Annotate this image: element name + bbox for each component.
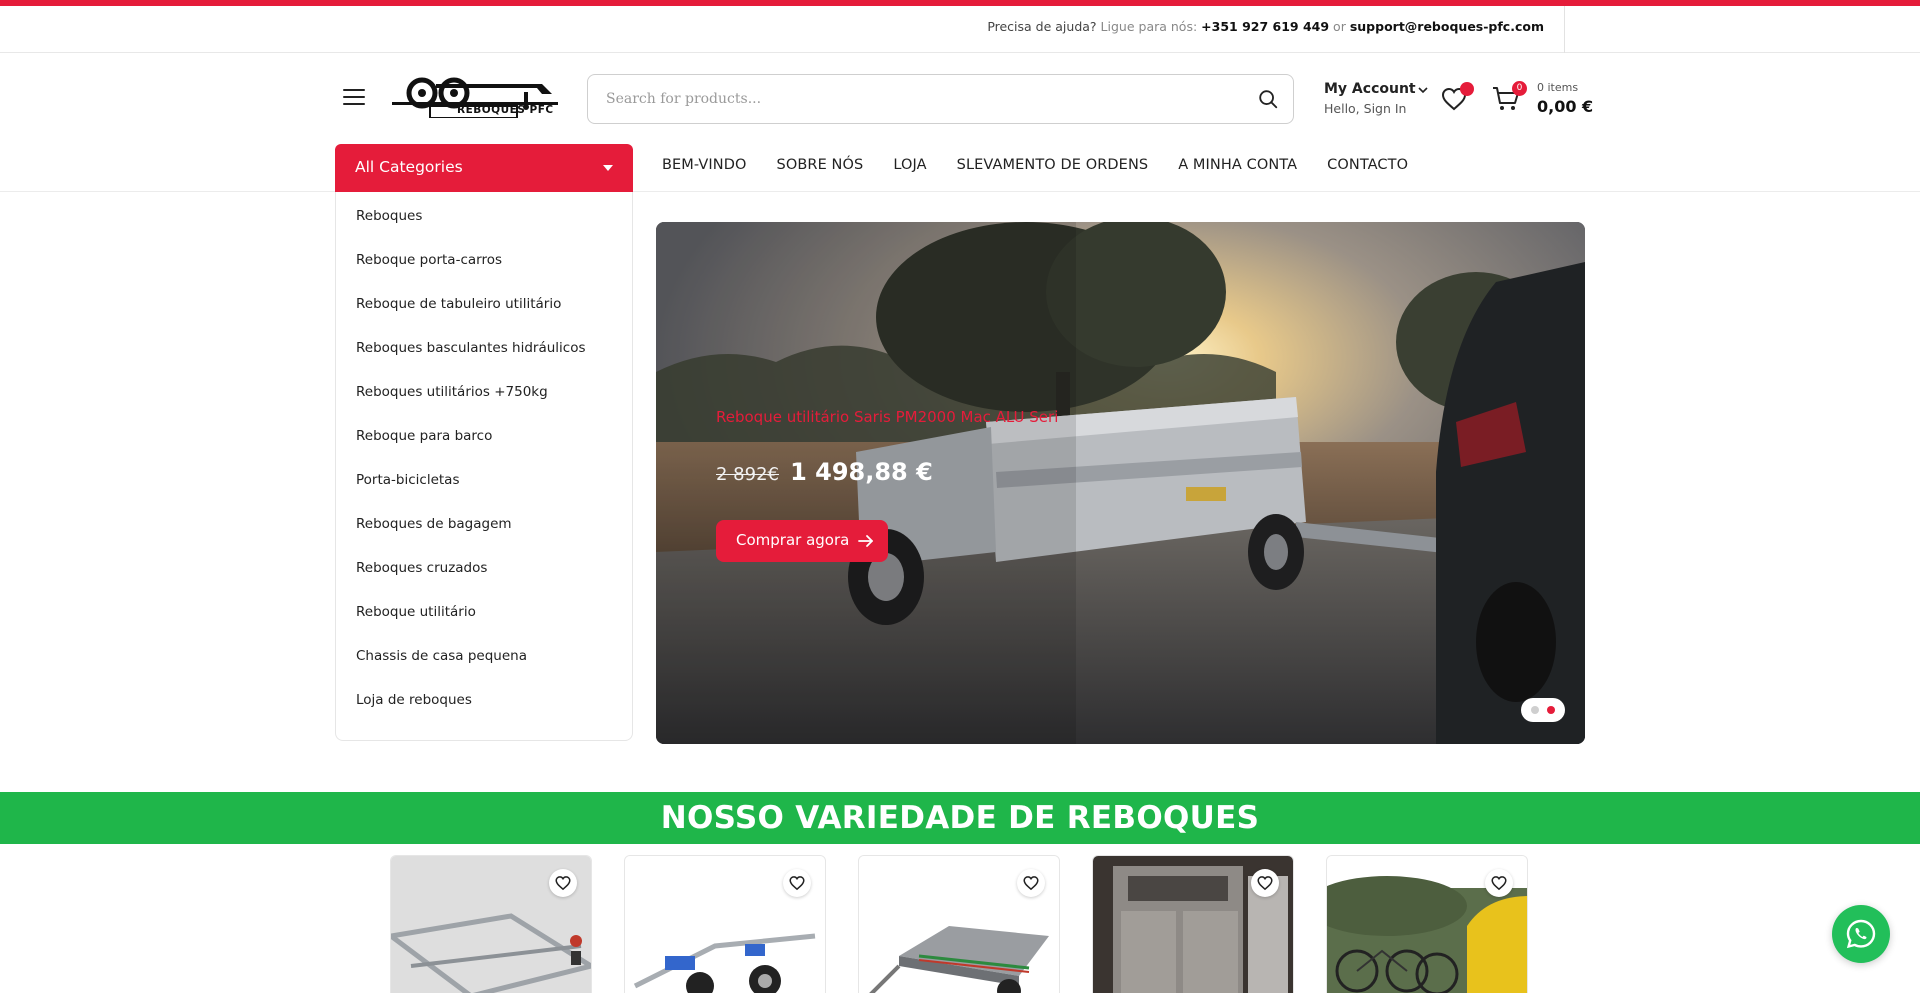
hero-slider[interactable]: Reboque utilitário Saris PM2000 Mac ALU … xyxy=(656,222,1585,744)
wishlist-button[interactable] xyxy=(783,869,811,897)
categories-panel: Reboques Reboque porta-carros Reboque de… xyxy=(335,192,633,741)
product-card[interactable] xyxy=(1092,855,1294,993)
category-item[interactable]: Reboques utilitários +750kg xyxy=(336,381,632,425)
or-label: or xyxy=(1333,19,1346,34)
category-item[interactable]: Reboque de tabuleiro utilitário xyxy=(336,293,632,337)
nav-link-loja[interactable]: LOJA xyxy=(893,157,926,173)
search-icon[interactable] xyxy=(1257,88,1279,110)
caret-down-icon xyxy=(603,165,613,171)
whatsapp-button[interactable] xyxy=(1832,905,1890,963)
help-contact: Precisa de ajuda? Ligue para nós: +351 9… xyxy=(987,19,1544,34)
cart-count-badge: 0 xyxy=(1512,81,1527,96)
wishlist-button[interactable] xyxy=(549,869,577,897)
hero-new-price: 1 498,88 € xyxy=(790,458,933,486)
account-title: My Account xyxy=(1324,81,1416,97)
product-card[interactable] xyxy=(1326,855,1528,993)
call-label: Ligue para nós: xyxy=(1100,19,1198,34)
category-item[interactable]: Reboques cruzados xyxy=(336,557,632,601)
category-item[interactable]: Reboque utilitário xyxy=(336,601,632,645)
category-item[interactable]: Reboque porta-carros xyxy=(336,249,632,293)
wishlist-button[interactable] xyxy=(1017,869,1045,897)
all-categories-label: All Categories xyxy=(355,158,463,176)
section-banner: NOSSO VARIEDADE DE REBOQUES xyxy=(0,792,1920,844)
nav-link-contacto[interactable]: CONTACTO xyxy=(1327,157,1408,173)
slider-dots xyxy=(1521,698,1565,722)
nav-divider xyxy=(0,191,1920,192)
cart-items: 0 items xyxy=(1537,81,1579,94)
category-item[interactable]: Loja de reboques xyxy=(336,689,632,733)
nav-link-sobre-nos[interactable]: SOBRE NÓS xyxy=(777,157,864,173)
product-card[interactable] xyxy=(624,855,826,993)
cart-summary[interactable]: 0 items 0,00 € xyxy=(1537,81,1593,116)
product-card[interactable] xyxy=(390,855,592,993)
buy-now-label: Comprar agora xyxy=(736,531,850,549)
whatsapp-icon xyxy=(1846,919,1876,949)
heart-icon xyxy=(555,876,571,891)
slider-dot[interactable] xyxy=(1531,706,1539,714)
search-bar[interactable] xyxy=(587,74,1294,124)
nav-link-minha-conta[interactable]: A MINHA CONTA xyxy=(1178,157,1297,173)
all-categories-button[interactable]: All Categories xyxy=(335,144,633,192)
nav-link-ordens[interactable]: SLEVAMENTO DE ORDENS xyxy=(957,157,1149,173)
slider-dot-active[interactable] xyxy=(1547,706,1555,714)
email-link[interactable]: support@reboques-pfc.com xyxy=(1350,19,1544,34)
wishlist-badge xyxy=(1460,82,1474,96)
arrow-right-icon xyxy=(858,535,873,547)
menu-hamburger-icon[interactable] xyxy=(343,89,365,107)
topbar-divider xyxy=(1564,6,1565,53)
section-title: NOSSO VARIEDADE DE REBOQUES xyxy=(660,800,1260,836)
phone-link[interactable]: +351 927 619 449 xyxy=(1201,19,1329,34)
my-account[interactable]: My Account Hello, Sign In xyxy=(1324,81,1428,116)
main-nav: BEM-VINDO SOBRE NÓS LOJA SLEVAMENTO DE O… xyxy=(662,157,1408,173)
hero-old-price: 2 892€ xyxy=(716,464,779,485)
category-item[interactable]: Reboque para barco xyxy=(336,425,632,469)
product-card[interactable] xyxy=(858,855,1060,993)
cart-total: 0,00 € xyxy=(1537,97,1594,116)
account-subtitle: Hello, Sign In xyxy=(1324,101,1407,116)
hero-price: 2 892€ 1 498,88 € xyxy=(716,458,933,486)
nav-link-bem-vindo[interactable]: BEM-VINDO xyxy=(662,157,747,173)
category-item[interactable]: Chassis de casa pequena xyxy=(336,645,632,689)
heart-icon xyxy=(789,876,805,891)
category-item[interactable]: Reboques xyxy=(336,205,632,249)
heart-icon xyxy=(1257,876,1273,891)
wishlist-button[interactable] xyxy=(1485,869,1513,897)
category-item[interactable]: Reboques de bagagem xyxy=(336,513,632,557)
help-label: Precisa de ajuda? xyxy=(987,19,1097,34)
logo-text: REBOQUES PFC xyxy=(457,104,554,116)
search-input[interactable] xyxy=(606,87,1206,111)
category-item[interactable]: Reboques basculantes hidráulicos xyxy=(336,337,632,381)
top-bar: Precisa de ajuda? Ligue para nós: +351 9… xyxy=(0,6,1920,53)
buy-now-button[interactable]: Comprar agora xyxy=(716,520,888,562)
heart-icon xyxy=(1491,876,1507,891)
chevron-down-icon xyxy=(1418,87,1428,94)
category-item[interactable]: Porta-bicicletas xyxy=(336,469,632,513)
hero-product-title[interactable]: Reboque utilitário Saris PM2000 Mac ALU … xyxy=(716,408,1058,426)
wishlist-button[interactable] xyxy=(1251,869,1279,897)
heart-icon xyxy=(1023,876,1039,891)
